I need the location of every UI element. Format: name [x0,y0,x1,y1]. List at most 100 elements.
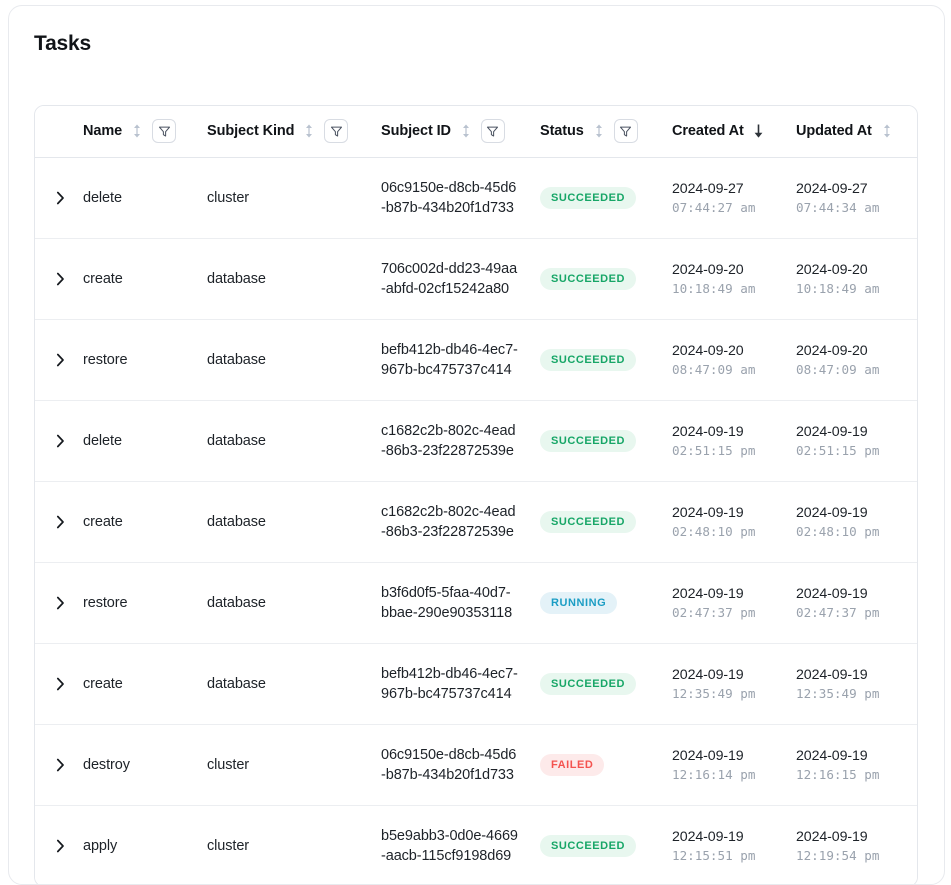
created-at-cell: 2024-09-2010:18:49 am [662,238,786,319]
expand-cell[interactable] [35,643,71,724]
chevron-right-icon[interactable] [35,320,71,400]
column-header-label: Status [540,123,584,139]
table-row[interactable]: deletecluster06c9150e-d8cb-45d6-b87b-434… [35,157,918,238]
created-date: 2024-09-19 [672,586,786,602]
updated-date: 2024-09-19 [796,748,918,764]
column-header-updated_at[interactable]: Updated At [786,106,918,157]
updated-at-cell: 2024-09-1902:51:15 pm [786,400,918,481]
subject-kind: cluster [207,757,249,773]
task-name: create [83,271,123,287]
column-header-subject_kind[interactable]: Subject Kind [197,106,371,157]
expand-cell[interactable] [35,400,71,481]
expand-cell[interactable] [35,724,71,805]
filter-funnel-icon[interactable] [152,119,176,143]
status-badge: SUCCEEDED [540,835,636,857]
subject-kind-cell: database [197,238,371,319]
status-cell: SUCCEEDED [530,238,662,319]
created-time: 02:48:10 pm [672,524,786,539]
updated-at-cell: 2024-09-1912:16:15 pm [786,724,918,805]
updated-at-cell: 2024-09-1912:19:54 pm [786,805,918,885]
filter-funnel-icon[interactable] [481,119,505,143]
subject-id-cell: b3f6d0f5-5faa-40d7-bbae-290e90353118 [371,562,530,643]
table-row[interactable]: createdatabasec1682c2b-802c-4ead-86b3-23… [35,481,918,562]
updated-at-cell: 2024-09-1902:48:10 pm [786,481,918,562]
chevron-right-icon[interactable] [35,401,71,481]
chevron-right-icon[interactable] [35,725,71,805]
chevron-right-icon[interactable] [35,158,71,238]
task-name: create [83,676,123,692]
column-header-label: Name [83,123,122,139]
sort-descending-icon[interactable] [752,122,766,140]
chevron-right-icon[interactable] [35,482,71,562]
table-row[interactable]: restore databaseb3f6d0f5-5faa-40d7-bbae-2… [35,562,918,643]
table-row[interactable]: applyclusterb5e9abb3-0d0e-4669-aacb-115c… [35,805,918,885]
page-card: Tasks NameSubject KindSubject IDStatusCr… [8,5,945,885]
subject-id-cell: 06c9150e-d8cb-45d6-b87b-434b20f1d733 [371,157,530,238]
subject-kind: database [207,514,266,530]
table-row[interactable]: destroycluster06c9150e-d8cb-45d6-b87b-43… [35,724,918,805]
filter-funnel-icon[interactable] [614,119,638,143]
created-at-cell: 2024-09-1902:47:37 pm [662,562,786,643]
created-at-cell: 2024-09-1902:51:15 pm [662,400,786,481]
updated-time: 02:51:15 pm [796,443,918,458]
table-row[interactable]: deletedatabasec1682c2b-802c-4ead-86b3-23… [35,400,918,481]
sort-updown-icon[interactable] [302,122,316,140]
table-row[interactable]: createdatabasebefb412b-db46-4ec7-967b-bc… [35,643,918,724]
created-date: 2024-09-19 [672,748,786,764]
status-badge: SUCCEEDED [540,268,636,290]
expand-cell[interactable] [35,157,71,238]
expand-cell[interactable] [35,805,71,885]
task-name: create [83,514,123,530]
created-at-cell: 2024-09-1912:35:49 pm [662,643,786,724]
status-cell: SUCCEEDED [530,805,662,885]
subject-kind-cell: database [197,319,371,400]
column-header-created_at[interactable]: Created At [662,106,786,157]
name-cell: restore [71,562,197,643]
task-name: restore [83,595,127,611]
updated-date: 2024-09-19 [796,829,918,845]
chevron-right-icon[interactable] [35,563,71,643]
name-cell: apply [71,805,197,885]
column-header-label: Updated At [796,123,872,139]
task-name: restore [83,352,127,368]
sort-updown-icon[interactable] [130,122,144,140]
updated-date: 2024-09-20 [796,343,918,359]
status-badge: SUCCEEDED [540,187,636,209]
status-badge: FAILED [540,754,604,776]
chevron-right-icon[interactable] [35,239,71,319]
subject-id: befb412b-db46-4ec7-967b-bc475737c414 [381,340,530,380]
table-row[interactable]: createdatabase706c002d-dd23-49aa-abfd-02… [35,238,918,319]
sort-updown-icon[interactable] [592,122,606,140]
subject-id-cell: b5e9abb3-0d0e-4669-aacb-115cf9198d69 [371,805,530,885]
column-header-name[interactable]: Name [71,106,197,157]
name-cell: delete [71,157,197,238]
status-badge: RUNNING [540,592,617,614]
updated-time: 08:47:09 am [796,362,918,377]
sort-updown-icon[interactable] [880,122,894,140]
filter-funnel-icon[interactable] [324,119,348,143]
updated-time: 10:18:49 am [796,281,918,296]
subject-id-cell: befb412b-db46-4ec7-967b-bc475737c414 [371,319,530,400]
subject-kind-cell: database [197,562,371,643]
column-header-status[interactable]: Status [530,106,662,157]
expand-cell[interactable] [35,238,71,319]
column-header-subject_id[interactable]: Subject ID [371,106,530,157]
chevron-right-icon[interactable] [35,806,71,885]
name-cell: create [71,238,197,319]
updated-at-cell: 2024-09-1912:35:49 pm [786,643,918,724]
updated-at-cell: 2024-09-20 10:18:49 am [786,238,918,319]
created-time: 02:51:15 pm [672,443,786,458]
updated-time: 12:35:49 pm [796,686,918,701]
updated-time: 02:48:10 pm [796,524,918,539]
status-cell: FAILED [530,724,662,805]
expand-cell[interactable] [35,562,71,643]
status-badge: SUCCEEDED [540,673,636,695]
sort-updown-icon[interactable] [459,122,473,140]
subject-kind-cell: cluster [197,157,371,238]
expand-cell[interactable] [35,481,71,562]
expand-cell[interactable] [35,319,71,400]
table-row[interactable]: restore databasebefb412b-db46-4ec7-967b-b… [35,319,918,400]
created-at-cell: 2024-09-1902:48:10 pm [662,481,786,562]
updated-date: 2024-09-20 [796,262,918,278]
chevron-right-icon[interactable] [35,644,71,724]
